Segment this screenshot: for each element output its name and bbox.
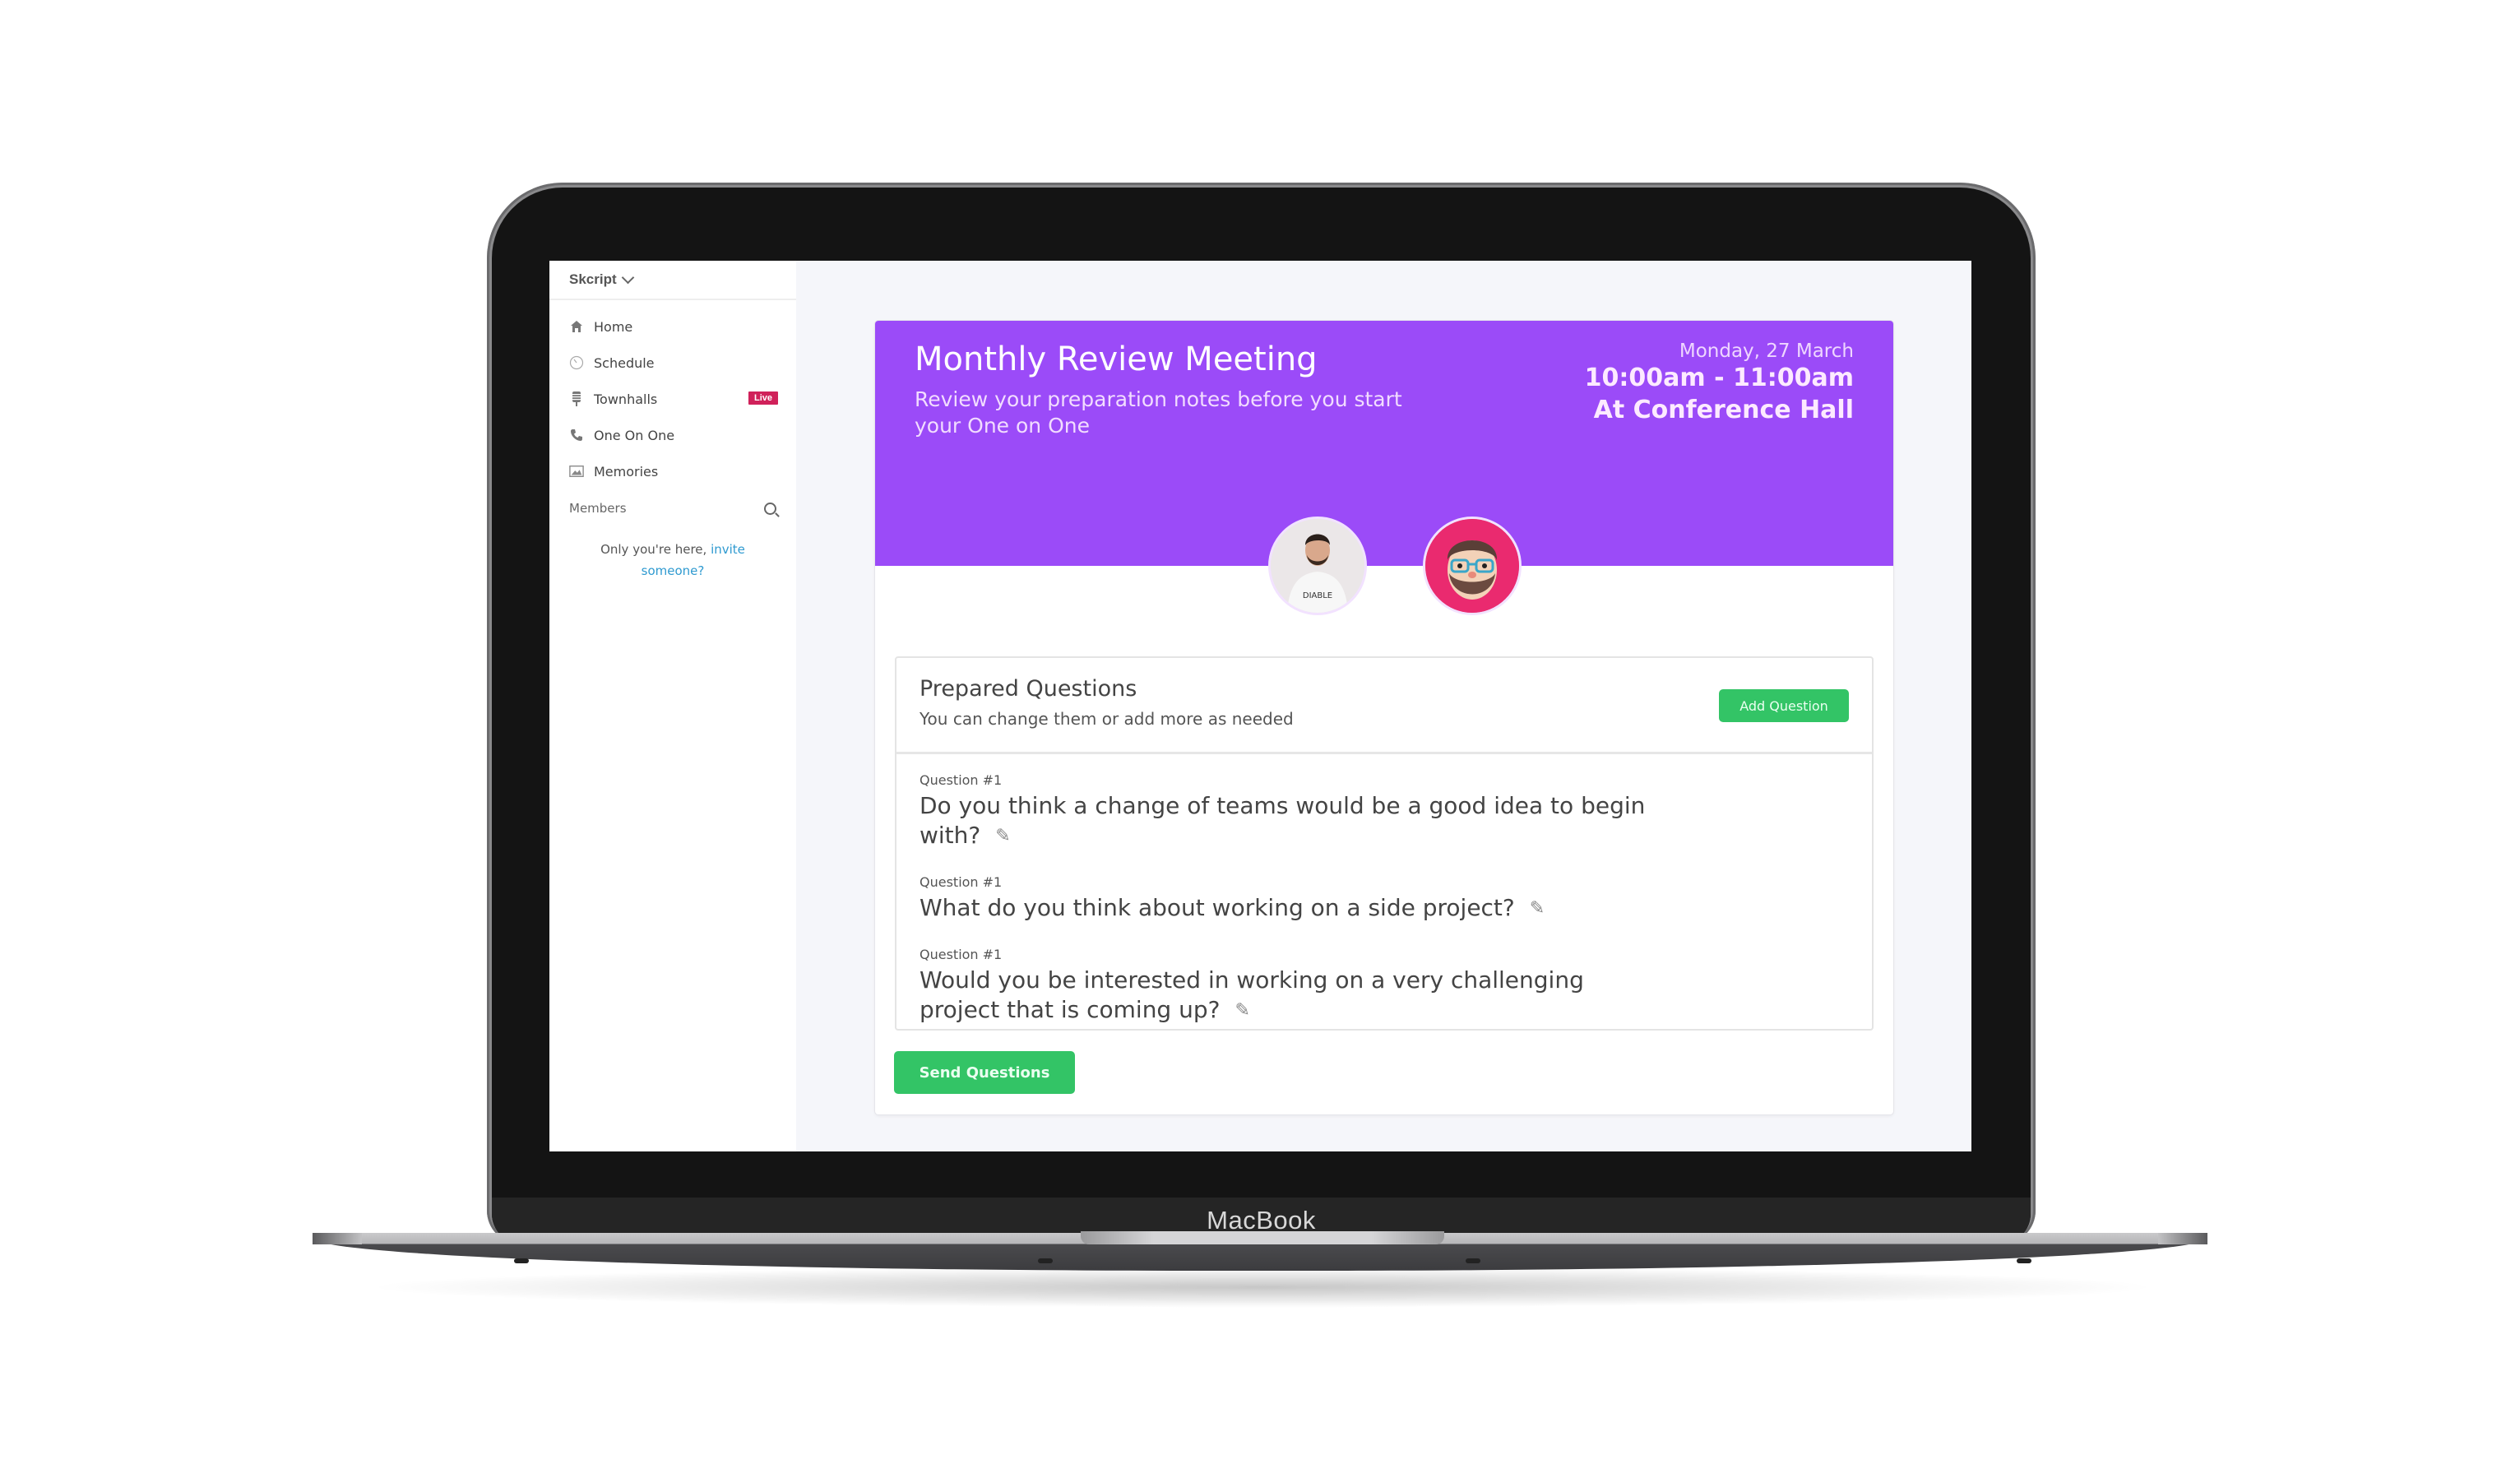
pencil-icon[interactable]: ✎ [1530, 894, 1545, 924]
photos-icon [569, 464, 584, 479]
members-label: Members [569, 501, 627, 516]
sidebar-nav: Home Schedule Townhalls Live One On One [549, 300, 796, 489]
question-item: Question #1 Do you think a change of tea… [896, 772, 1872, 851]
sidebar: Skcript Home Schedule Townhalls Live One… [549, 261, 796, 1151]
question-text: Do you think a change of teams would be … [920, 792, 1646, 849]
avatar-participant-cartoon[interactable] [1423, 517, 1522, 615]
meeting-card: Monthly Review Meeting Review your prepa… [875, 321, 1893, 1114]
hinge-notch [1081, 1231, 1444, 1244]
meeting-title: Monthly Review Meeting [915, 341, 1318, 378]
question-text: Would you be interested in working on a … [920, 966, 1584, 1023]
laptop-foot [2017, 1258, 2031, 1263]
sidebar-item-label: Memories [594, 463, 659, 480]
sidebar-item-one-on-one[interactable]: One On One [549, 417, 796, 453]
meeting-subtitle: Review your preparation notes before you… [915, 387, 1402, 438]
invite-text: Only you're here, [600, 542, 707, 557]
add-question-button[interactable]: Add Question [1719, 689, 1849, 722]
app-screen: Skcript Home Schedule Townhalls Live One… [549, 261, 1971, 1151]
question-text-wrap: Would you be interested in working on a … [920, 966, 1643, 1026]
clock-icon [569, 355, 584, 370]
panel-header: Prepared Questions You can change them o… [896, 658, 1872, 754]
laptop-foot [1466, 1258, 1480, 1263]
meeting-header: Monthly Review Meeting Review your prepa… [875, 321, 1893, 615]
microphone-icon [569, 391, 584, 406]
chevron-down-icon [621, 271, 634, 284]
laptop-foot [1038, 1258, 1053, 1263]
members-header: Members [549, 489, 796, 516]
question-item: Question #1 What do you think about work… [896, 874, 1872, 924]
search-icon[interactable] [764, 502, 776, 515]
sidebar-item-schedule[interactable]: Schedule [549, 345, 796, 381]
question-text: What do you think about working on a sid… [920, 894, 1515, 921]
workspace-switcher[interactable]: Skcript [549, 261, 796, 300]
invite-message: Only you're here, invite someone? [549, 516, 796, 581]
phone-icon [569, 428, 584, 442]
question-text-wrap: What do you think about working on a sid… [920, 893, 1660, 924]
meeting-time: 10:00am - 11:00am [1584, 364, 1854, 392]
question-item: Question #1 Would you be interested in w… [896, 947, 1872, 1026]
avatar-participant-photo[interactable]: DIABLE [1268, 517, 1367, 615]
laptop-shadow [362, 1267, 2163, 1308]
sidebar-item-label: One On One [594, 427, 675, 443]
question-text-wrap: Do you think a change of teams would be … [920, 791, 1660, 851]
question-label: Question #1 [920, 772, 1003, 788]
question-label: Question #1 [920, 947, 1003, 962]
sidebar-item-home[interactable]: Home [549, 308, 796, 345]
question-label: Question #1 [920, 874, 1003, 890]
sidebar-item-label: Home [594, 318, 633, 335]
panel-description: You can change them or add more as neede… [920, 709, 1294, 729]
home-icon [569, 319, 584, 334]
sidebar-item-label: Townhalls [594, 391, 658, 407]
send-questions-button[interactable]: Send Questions [894, 1051, 1075, 1094]
svg-text:DIABLE: DIABLE [1303, 591, 1332, 600]
meeting-date: Monday, 27 March [1679, 341, 1854, 362]
sidebar-item-label: Schedule [594, 354, 655, 371]
sidebar-item-memories[interactable]: Memories [549, 453, 796, 489]
workspace-name: Skcript [569, 271, 617, 287]
pencil-icon[interactable]: ✎ [1235, 996, 1250, 1026]
meeting-details: Monday, 27 March 10:00am - 11:00am At Co… [1585, 341, 1854, 426]
panel-title: Prepared Questions [920, 676, 1137, 702]
sidebar-item-townhalls[interactable]: Townhalls Live [549, 381, 796, 417]
prepared-questions-panel: Prepared Questions You can change them o… [895, 656, 1874, 1031]
meeting-location: At Conference Hall [1593, 396, 1854, 424]
laptop-foot [514, 1258, 529, 1263]
pencil-icon[interactable]: ✎ [995, 822, 1010, 851]
live-badge: Live [748, 391, 778, 405]
